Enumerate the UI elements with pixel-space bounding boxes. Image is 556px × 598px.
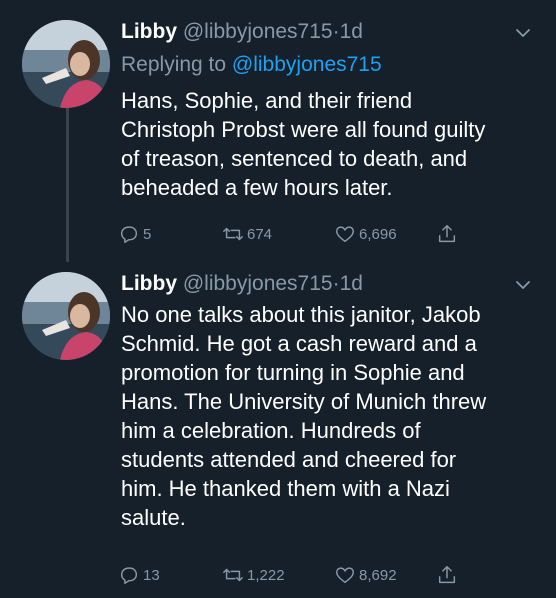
author-name[interactable]: Libby <box>121 20 177 43</box>
share-button[interactable] <box>436 562 461 588</box>
author-name[interactable]: Libby <box>121 272 177 295</box>
retweet-count: 674 <box>247 225 273 243</box>
share-icon <box>438 566 456 584</box>
tweet-actions: 5 674 6,696 <box>118 221 478 247</box>
share-icon <box>438 225 456 243</box>
separator: · <box>332 20 340 43</box>
like-button[interactable]: 6,696 <box>334 221 397 247</box>
replying-to: Replying to @libbyjones715 <box>121 52 382 78</box>
retweet-count: 1,222 <box>247 566 285 584</box>
chevron-down-icon[interactable] <box>514 276 532 294</box>
reply-count: 5 <box>143 225 152 243</box>
reply-count: 13 <box>143 566 160 584</box>
reply-icon <box>120 567 138 584</box>
like-button[interactable]: 8,692 <box>334 562 397 588</box>
retweet-button[interactable]: 1,222 <box>222 562 285 588</box>
retweet-icon <box>223 568 243 582</box>
timestamp[interactable]: 1d <box>340 272 363 295</box>
separator: · <box>332 272 340 295</box>
share-button[interactable] <box>436 221 461 247</box>
replying-to-link[interactable]: @libbyjones715 <box>232 53 382 76</box>
heart-icon <box>336 226 354 243</box>
tweet[interactable]: Libby @libbyjones715·1d No one talks abo… <box>0 262 556 598</box>
author-handle[interactable]: @libbyjones715 <box>183 272 333 295</box>
reply-icon <box>120 226 138 243</box>
retweet-button[interactable]: 674 <box>222 221 272 247</box>
tweet-text: No one talks about this janitor, Jakob S… <box>121 302 487 530</box>
avatar[interactable] <box>22 20 110 108</box>
like-count: 8,692 <box>359 566 397 584</box>
like-count: 6,696 <box>359 225 397 243</box>
tweet-header: Libby @libbyjones715·1d <box>121 271 363 297</box>
chevron-down-icon[interactable] <box>514 24 532 42</box>
tweet-actions: 13 1,222 8,692 <box>118 562 478 588</box>
reply-button[interactable]: 5 <box>118 221 151 247</box>
author-handle[interactable]: @libbyjones715 <box>183 20 333 43</box>
retweet-icon <box>223 227 243 241</box>
avatar[interactable] <box>22 272 110 360</box>
tweet[interactable]: Libby @libbyjones715·1d Replying to @lib… <box>0 0 556 262</box>
heart-icon <box>336 567 354 584</box>
reply-button[interactable]: 13 <box>118 562 160 588</box>
tweet-text: Hans, Sophie, and their friend Christoph… <box>121 88 486 200</box>
replying-to-label: Replying to <box>121 53 232 76</box>
timestamp[interactable]: 1d <box>340 20 363 43</box>
tweet-header: Libby @libbyjones715·1d <box>121 19 363 45</box>
